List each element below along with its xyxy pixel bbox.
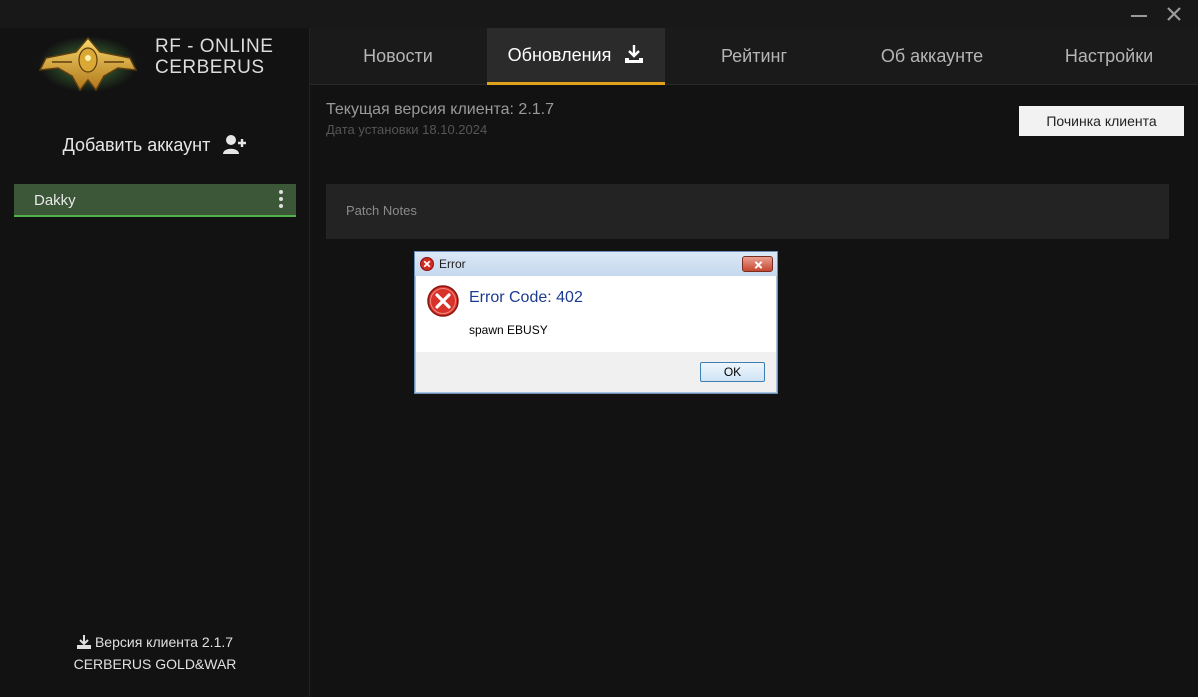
patch-notes-label: Patch Notes (346, 203, 417, 218)
golden-spaceship-logo-icon (38, 32, 138, 94)
error-icon (427, 285, 459, 317)
patch-notes-panel: Patch Notes (326, 184, 1169, 239)
kebab-menu-icon[interactable] (276, 190, 286, 212)
account-item[interactable]: Dakky (14, 184, 296, 217)
error-icon (420, 257, 434, 271)
tab-label: Обновления (507, 45, 612, 65)
download-icon (76, 635, 91, 649)
brand-title: RF - ONLINE CERBERUS (155, 36, 273, 78)
add-account-button[interactable]: Добавить аккаунт (0, 134, 310, 156)
dialog-message: spawn EBUSY (469, 323, 548, 337)
install-date: Дата установки 18.10.2024 (326, 122, 488, 137)
dialog-title: Error (439, 257, 466, 271)
repair-client-button[interactable]: Починка клиента (1019, 106, 1184, 136)
tab-rating[interactable]: Рейтинг (710, 28, 798, 85)
sidebar: RF - ONLINE CERBERUS Добавить аккаунт Da… (0, 28, 310, 697)
dialog-body: Error Code: 402 spawn EBUSY (416, 276, 776, 352)
tab-settings[interactable]: Настройки (1056, 28, 1162, 85)
footer-server: CERBERUS GOLD&WAR (73, 656, 237, 672)
dialog-heading: Error Code: 402 (469, 289, 583, 306)
footer-version: Версия клиента 2.1.7 (94, 634, 234, 650)
tab-account[interactable]: Об аккаунте (870, 28, 994, 85)
user-plus-icon (223, 135, 247, 154)
dialog-titlebar[interactable]: Error (415, 252, 777, 276)
brand-line-1: RF - ONLINE (155, 36, 274, 57)
tab-label: Новости (363, 46, 433, 66)
brand-line-2: CERBERUS (155, 57, 265, 78)
sidebar-footer: Версия клиента 2.1.7 CERBERUS GOLD&WAR (0, 631, 310, 675)
add-account-label: Добавить аккаунт (62, 135, 211, 155)
close-icon[interactable] (1162, 4, 1186, 24)
tab-updates[interactable]: Обновления (487, 28, 665, 85)
tab-label: Настройки (1064, 46, 1154, 66)
tab-news[interactable]: Новости (350, 28, 446, 85)
tab-label: Об аккаунте (880, 46, 984, 66)
window-titlebar (0, 0, 1198, 28)
top-navigation: Новости Обновления Рейтинг Об аккаунте Н… (310, 28, 1198, 85)
dialog-close-button[interactable] (742, 256, 773, 272)
minimize-icon[interactable] (1127, 4, 1151, 24)
current-version: Текущая версия клиента: 2.1.7 (326, 101, 554, 118)
error-dialog: Error Error Code: 402 spawn EBUSY OK (414, 251, 778, 394)
tab-label: Рейтинг (720, 46, 788, 66)
ok-button[interactable]: OK (700, 362, 765, 382)
download-icon (625, 45, 644, 63)
account-name: Dakky (34, 192, 76, 209)
